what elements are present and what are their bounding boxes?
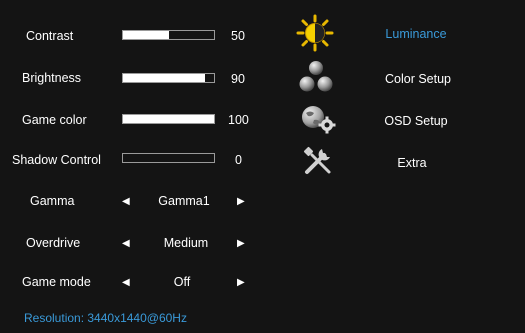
resolution-status: Resolution: 3440x1440@60Hz: [24, 311, 187, 325]
shadow-control-slider[interactable]: [122, 153, 215, 163]
brightness-value: 90: [231, 72, 245, 86]
category-label-osd-setup: OSD Setup: [384, 114, 448, 128]
contrast-label: Contrast: [26, 29, 74, 43]
contrast-slider[interactable]: [122, 30, 215, 40]
overdrive-label: Overdrive: [26, 236, 81, 250]
contrast-value: 50: [231, 29, 245, 43]
game-mode-value: Off: [173, 275, 191, 289]
shadow-control-label: Shadow Control: [12, 153, 101, 167]
overdrive-next-arrow-icon[interactable]: ▶: [237, 238, 245, 249]
sun-half-icon: [296, 14, 334, 52]
overdrive-prev-arrow-icon[interactable]: ◀: [122, 238, 130, 249]
category-label-luminance: Luminance: [385, 27, 447, 41]
brightness-label: Brightness: [22, 71, 82, 85]
contrast-slider-fill: [123, 31, 169, 39]
color-balls-icon: [299, 61, 333, 92]
gamma-prev-arrow-icon[interactable]: ◀: [122, 196, 130, 207]
osd-menu: Contrast 50 Brightness 90 Game color 100…: [0, 0, 525, 333]
brightness-slider[interactable]: [122, 73, 215, 83]
game-color-slider-fill: [123, 115, 214, 123]
category-label-color-setup: Color Setup: [384, 72, 451, 86]
overdrive-value: Medium: [163, 236, 209, 250]
shadow-control-value: 0: [235, 153, 242, 167]
gamma-label: Gamma: [30, 194, 75, 208]
gamma-value: Gamma1: [158, 194, 210, 208]
gamma-next-arrow-icon[interactable]: ▶: [237, 196, 245, 207]
brightness-slider-fill: [123, 74, 205, 82]
game-mode-prev-arrow-icon[interactable]: ◀: [122, 277, 130, 288]
game-mode-next-arrow-icon[interactable]: ▶: [237, 277, 245, 288]
game-mode-label: Game mode: [22, 275, 91, 289]
globe-gear-icon: [302, 106, 336, 134]
game-color-slider[interactable]: [122, 114, 215, 124]
category-label-extra: Extra: [397, 156, 427, 170]
wrench-screwdriver-icon: [303, 146, 331, 174]
game-color-value: 100: [228, 113, 249, 127]
game-color-label: Game color: [22, 113, 87, 127]
